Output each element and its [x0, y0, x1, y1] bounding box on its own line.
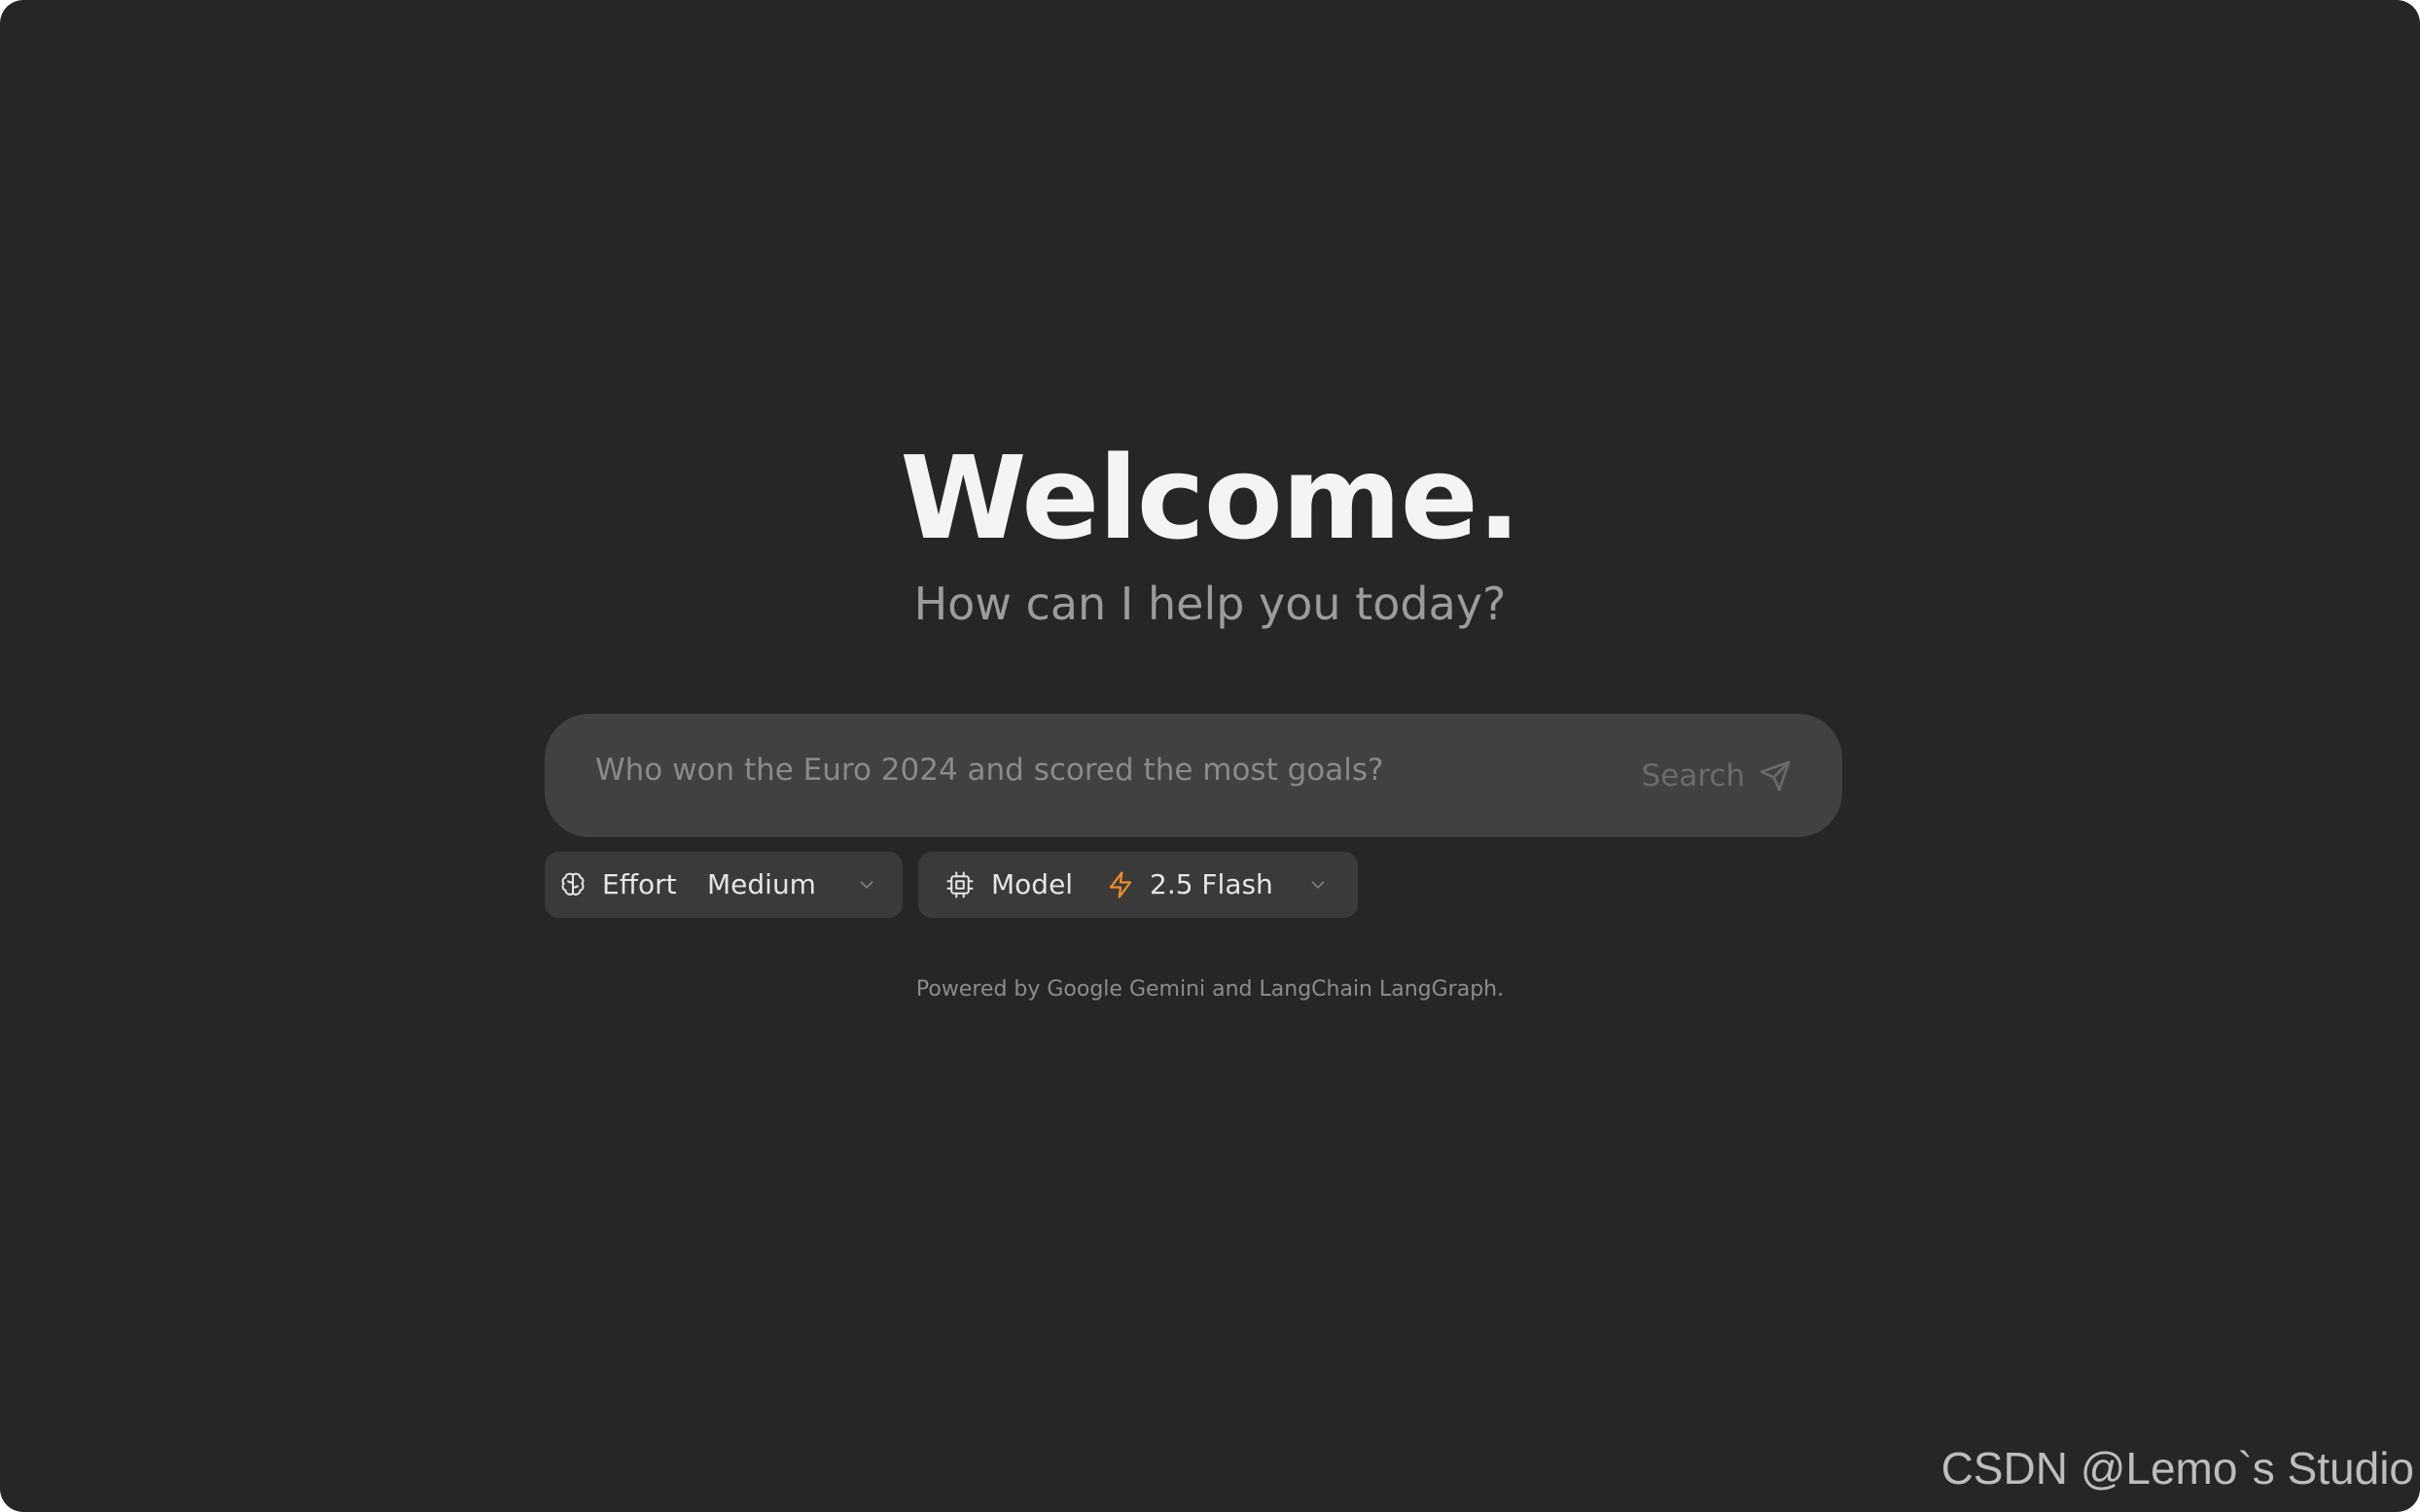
search-box: Search — [545, 714, 1842, 837]
welcome-subtitle: How can I help you today? — [913, 578, 1507, 630]
search-button-label: Search — [1641, 758, 1745, 793]
watermark: CSDN @Lemo`s Studio — [1940, 1443, 2414, 1494]
send-icon — [1760, 760, 1791, 791]
effort-selector[interactable]: Effort Medium — [545, 852, 903, 918]
cpu-icon — [946, 871, 974, 898]
welcome-title: Welcome. — [900, 431, 1520, 565]
search-input[interactable] — [595, 741, 1568, 799]
effort-value: Medium — [707, 868, 816, 900]
model-value: 2.5 Flash — [1150, 868, 1273, 900]
lightning-icon — [1109, 871, 1132, 898]
footer-text: Powered by Google Gemini and LangChain L… — [915, 977, 1505, 1002]
search-button[interactable]: Search — [1641, 751, 1792, 801]
model-selector[interactable]: Model 2.5 Flash — [918, 852, 1358, 918]
chevron-down-icon — [1311, 881, 1325, 889]
effort-label: Effort — [602, 868, 677, 900]
app-window: Welcome. How can I help you today? Searc… — [0, 0, 2420, 1512]
brain-icon — [561, 872, 585, 896]
model-label: Model — [991, 868, 1074, 900]
chevron-down-icon — [860, 881, 873, 889]
